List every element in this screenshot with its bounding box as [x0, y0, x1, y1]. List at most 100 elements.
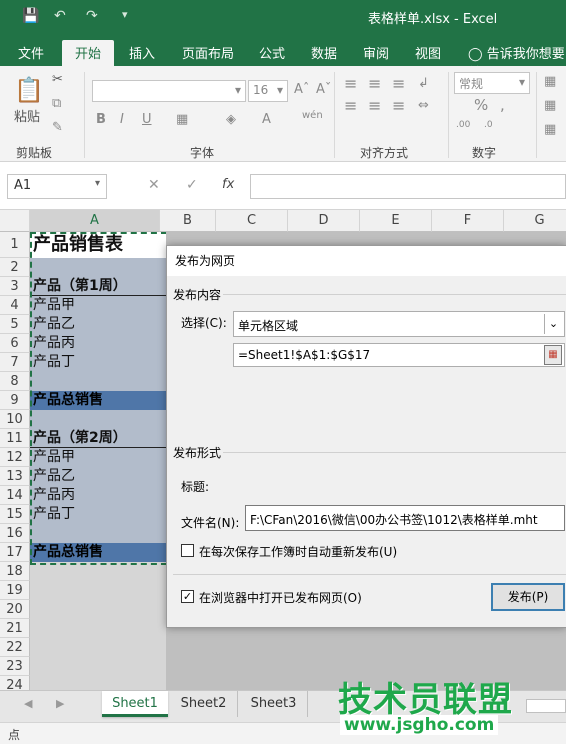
filename-input[interactable]: F:\CFan\2016\微信\00办公书签\1012\表格样单.mht [245, 505, 565, 531]
chevron-down-icon[interactable]: ⌄ [544, 314, 562, 334]
enter-icon[interactable]: ✓ [186, 177, 198, 193]
row-header-17[interactable]: 17 [0, 543, 30, 562]
align-center-icon[interactable]: ≡ [368, 96, 381, 115]
publish-button[interactable]: 发布(P) [491, 583, 565, 611]
column-header-b[interactable]: B [160, 210, 216, 232]
row-header-20[interactable]: 20 [0, 600, 30, 619]
border-icon[interactable]: ▦ [176, 112, 188, 127]
undo-icon[interactable]: ↶ [54, 8, 66, 24]
italic-icon[interactable]: I [120, 112, 124, 127]
merge-center-icon[interactable]: ⇔ [418, 98, 429, 113]
autorepublish-label[interactable]: 在每次保存工作簿时自动重新发布(U) [199, 543, 397, 560]
row-header-18[interactable]: 18 [0, 562, 30, 581]
percent-icon[interactable]: % [474, 96, 488, 114]
row-header-2[interactable]: 2 [0, 258, 30, 277]
scroll-left-icon[interactable]: ◀ [24, 697, 32, 710]
row-header-14[interactable]: 14 [0, 486, 30, 505]
underline-icon[interactable]: U [142, 112, 152, 127]
font-color-icon[interactable]: A [262, 112, 271, 127]
column-header-a[interactable]: A [30, 210, 160, 232]
sheet-tab-sheet2[interactable]: Sheet2 [170, 691, 238, 717]
increase-decimal-icon[interactable]: .00 [456, 120, 470, 130]
row-header-11[interactable]: 11 [0, 429, 30, 448]
row-header-21[interactable]: 21 [0, 619, 30, 638]
row-header-19[interactable]: 19 [0, 581, 30, 600]
redo-icon[interactable]: ↷ [86, 8, 98, 24]
row-header-1[interactable]: 1 [0, 232, 30, 258]
tab-insert[interactable]: 插入 [120, 40, 164, 66]
row-header-13[interactable]: 13 [0, 467, 30, 486]
align-middle-icon[interactable]: ≡ [368, 74, 381, 93]
decrease-font-icon[interactable]: Aˇ [316, 82, 331, 97]
insert-function-icon[interactable]: fx [222, 177, 234, 192]
paste-icon[interactable]: 📋 [14, 76, 44, 104]
row-header-10[interactable]: 10 [0, 410, 30, 429]
row-header-23[interactable]: 23 [0, 657, 30, 676]
autorepublish-checkbox[interactable] [181, 544, 194, 557]
align-bottom-icon[interactable]: ≡ [392, 74, 405, 93]
column-header-g[interactable]: G [504, 210, 566, 232]
row-header-5[interactable]: 5 [0, 315, 30, 334]
row-header-24[interactable]: 24 [0, 676, 30, 690]
row-header-12[interactable]: 12 [0, 448, 30, 467]
select-all-corner[interactable] [0, 210, 30, 232]
column-header-d[interactable]: D [288, 210, 360, 232]
row-header-9[interactable]: 9 [0, 391, 30, 410]
tab-formulas[interactable]: 公式 [252, 40, 292, 66]
cell-styles-icon[interactable]: ▦ [544, 122, 556, 137]
cancel-icon[interactable]: ✕ [148, 177, 160, 193]
align-top-icon[interactable]: ≡ [344, 74, 357, 93]
font-size-combo[interactable]: 16 ▾ [248, 80, 288, 102]
customize-qat-icon[interactable]: ▾ [122, 8, 128, 21]
increase-font-icon[interactable]: Aˆ [294, 82, 309, 97]
decrease-decimal-icon[interactable]: .0 [484, 120, 493, 130]
tab-home[interactable]: 开始 [62, 40, 114, 66]
conditional-format-icon[interactable]: ▦ [544, 74, 556, 89]
scroll-right-icon[interactable]: ▶ [56, 697, 64, 710]
row-header-4[interactable]: 4 [0, 296, 30, 315]
format-table-icon[interactable]: ▦ [544, 98, 556, 113]
tab-data[interactable]: 数据 [304, 40, 344, 66]
row-header-6[interactable]: 6 [0, 334, 30, 353]
tab-page-layout[interactable]: 页面布局 [176, 40, 240, 66]
tab-review[interactable]: 审阅 [356, 40, 396, 66]
save-icon[interactable]: 💾 [22, 8, 39, 24]
row-header-16[interactable]: 16 [0, 524, 30, 543]
wrap-text-icon[interactable]: ↲ [418, 76, 429, 91]
align-right-icon[interactable]: ≡ [392, 96, 405, 115]
row-header-15[interactable]: 15 [0, 505, 30, 524]
sheet-tab-sheet3[interactable]: Sheet3 [240, 691, 308, 717]
comma-style-icon[interactable]: , [500, 96, 505, 114]
column-header-e[interactable]: E [360, 210, 432, 232]
tell-me-box[interactable]: ◯ 告诉我你想要做 [468, 40, 566, 81]
number-format-combo[interactable]: 常规 ▾ [454, 72, 530, 94]
column-header-f[interactable]: F [432, 210, 504, 232]
align-left-icon[interactable]: ≡ [344, 96, 357, 115]
tab-view[interactable]: 视图 [408, 40, 448, 66]
horizontal-scrollbar[interactable] [526, 699, 566, 713]
sheet-tab-sheet1[interactable]: Sheet1 [102, 691, 168, 717]
row-header-22[interactable]: 22 [0, 638, 30, 657]
range-input[interactable]: =Sheet1!$A$1:$G$17 ▦ [233, 343, 565, 367]
open-browser-label[interactable]: 在浏览器中打开已发布网页(O) [199, 589, 362, 606]
select-dropdown[interactable]: 单元格区域 ⌄ [233, 311, 565, 337]
bold-icon[interactable]: B [96, 112, 106, 127]
formula-input[interactable] [250, 174, 566, 199]
cut-icon[interactable]: ✂ [52, 72, 63, 87]
row-header-3[interactable]: 3 [0, 277, 30, 296]
open-browser-checkbox[interactable]: ✓ [181, 590, 194, 603]
row-header-7[interactable]: 7 [0, 353, 30, 372]
paste-label[interactable]: 粘贴 [14, 106, 40, 125]
format-painter-icon[interactable]: ✎ [52, 120, 63, 135]
phonetic-icon[interactable]: wén [302, 110, 323, 121]
divider [223, 452, 566, 453]
copy-icon[interactable]: ⧉ [52, 96, 61, 111]
name-box[interactable]: A1 ▾ [7, 174, 107, 199]
row-header-8[interactable]: 8 [0, 372, 30, 391]
range-picker-icon[interactable]: ▦ [544, 345, 562, 365]
column-header-c[interactable]: C [216, 210, 288, 232]
fill-color-icon[interactable]: ◈ [226, 112, 236, 127]
tab-file[interactable]: 文件 [8, 40, 54, 66]
select-label: 选择(C): [181, 316, 227, 330]
font-name-combo[interactable]: ▾ [92, 80, 246, 102]
